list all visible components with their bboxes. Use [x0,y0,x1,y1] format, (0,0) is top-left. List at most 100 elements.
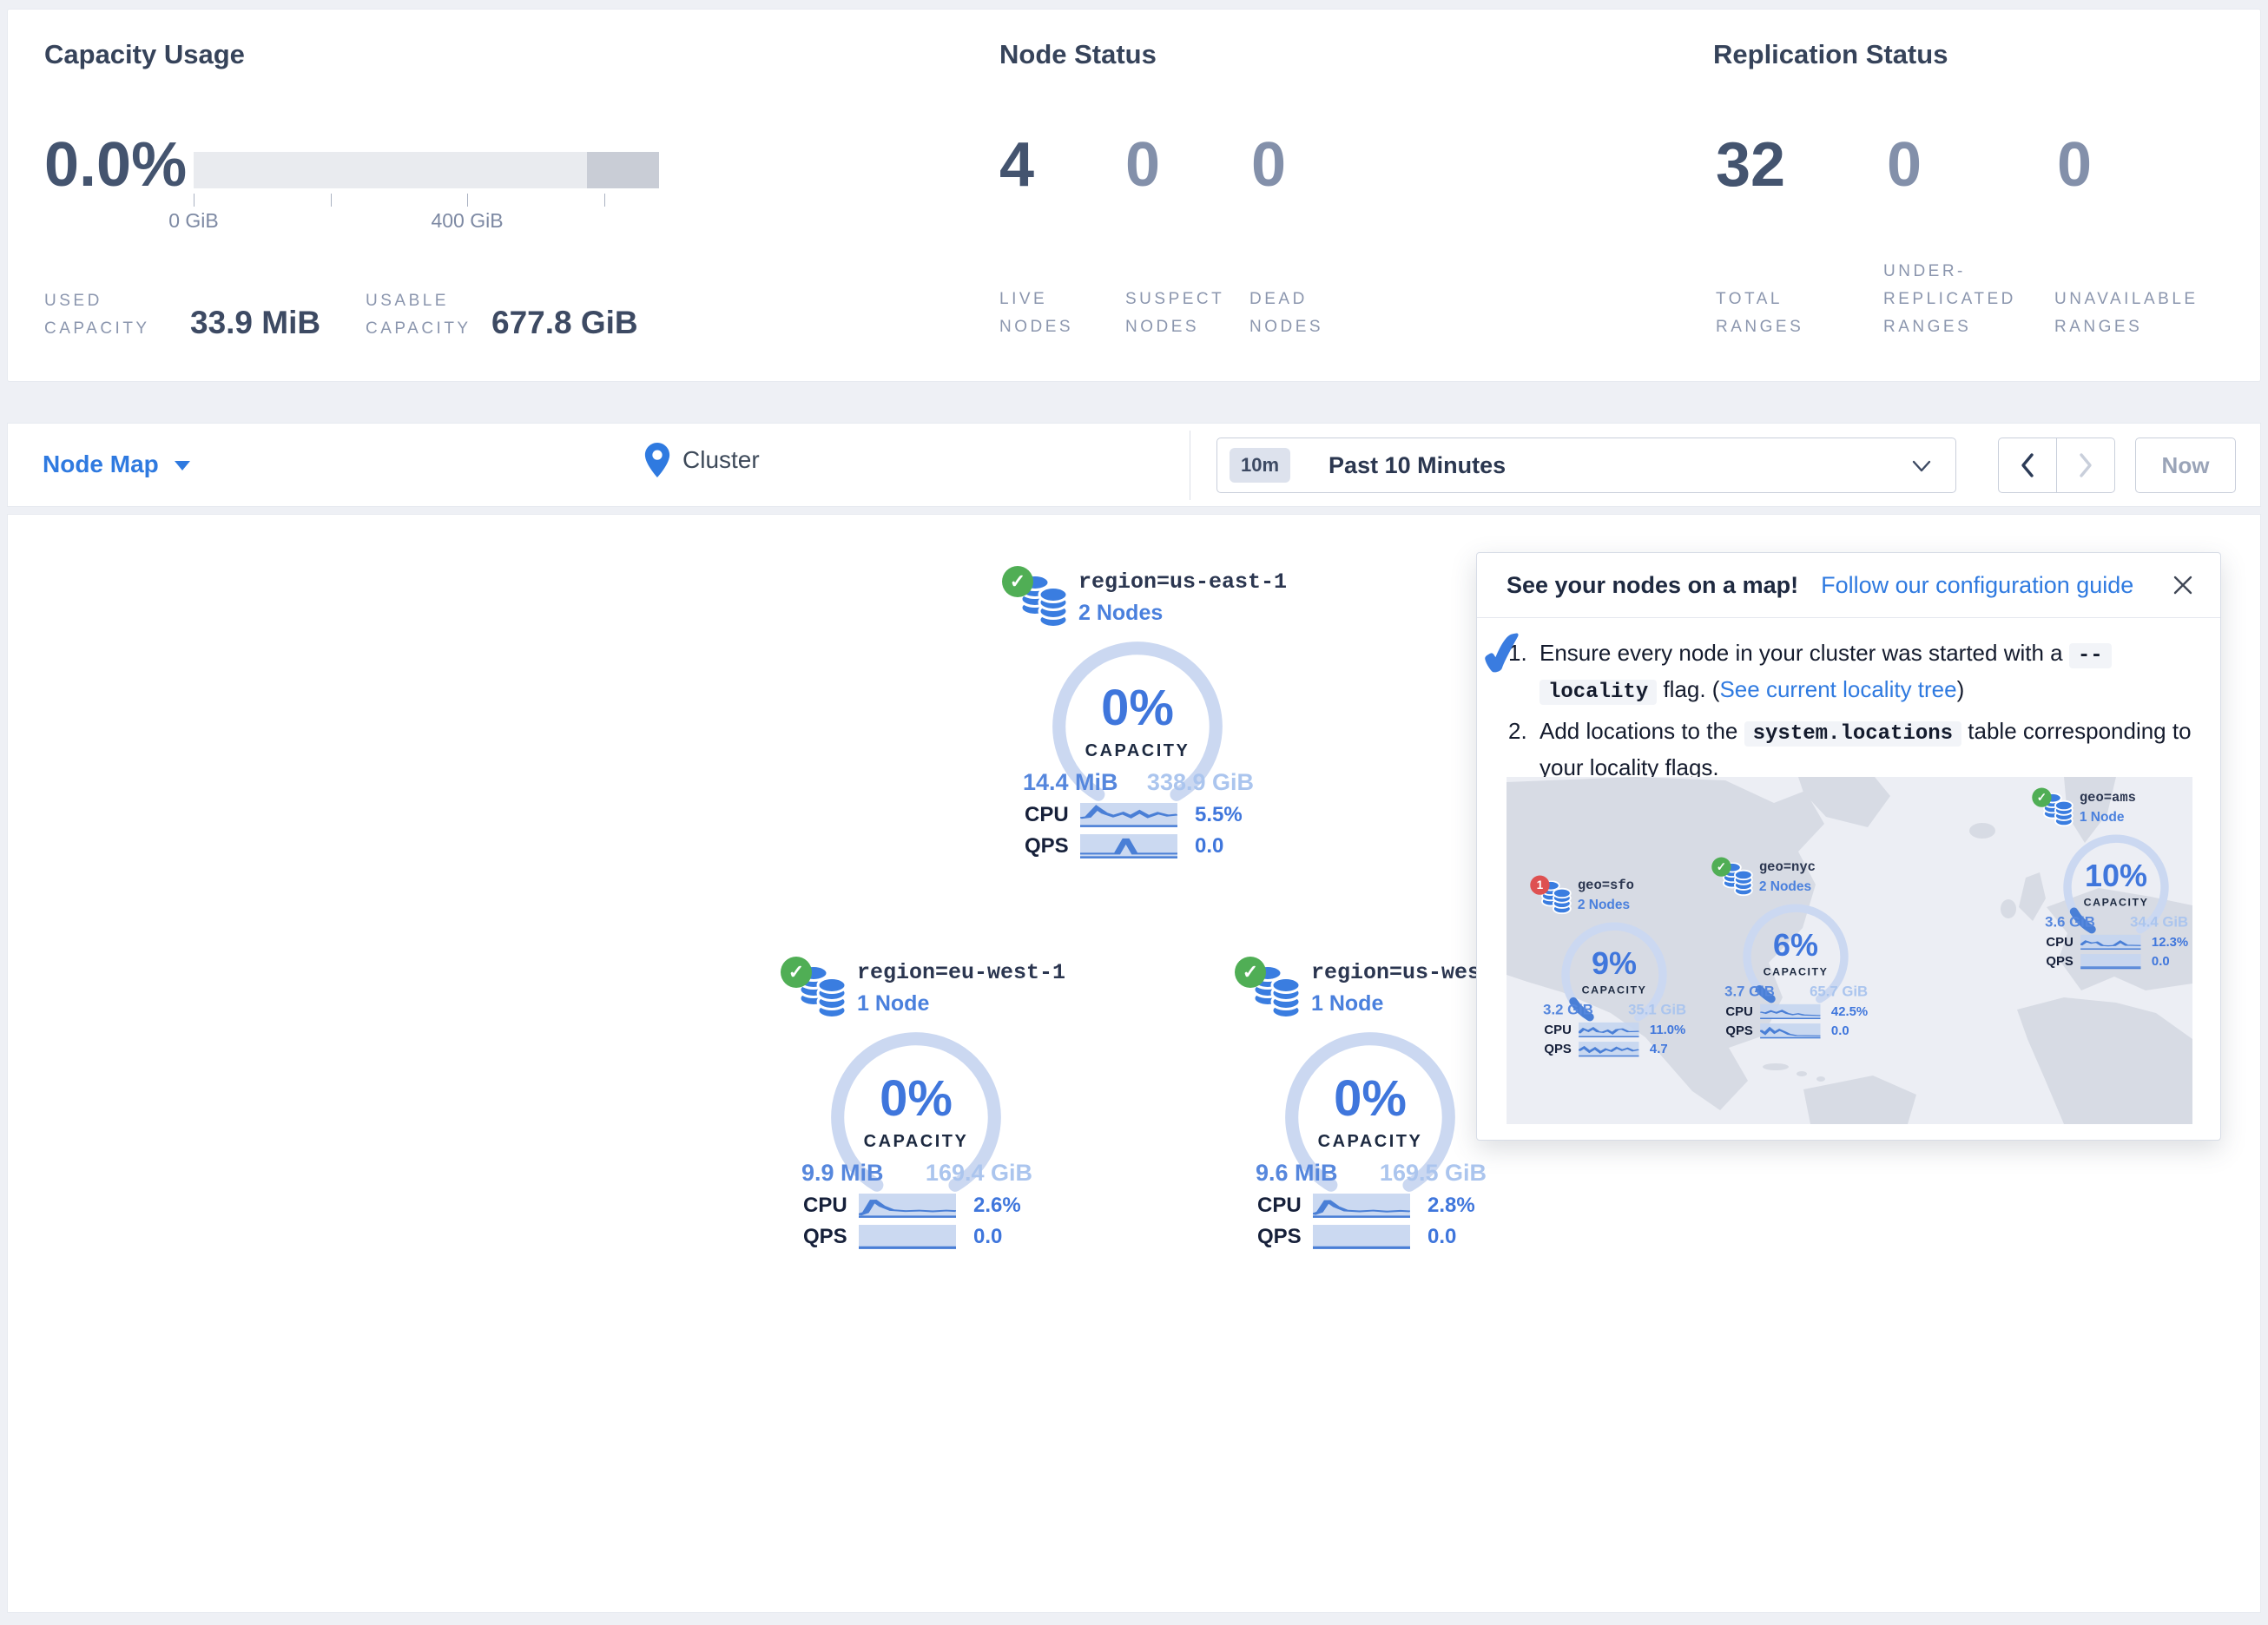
node-count: 2 Nodes [1578,897,1630,912]
node-region-card[interactable]: ✓ geo=nyc 2 Nodes 6% CAPACITY 3.7 GiB 65… [1715,855,1876,1040]
cpu-sparkline [1760,1004,1820,1019]
node-region-card[interactable]: ✓ region=us-west-1 1 Node 0% CAPACITY 9.… [1240,953,1500,1252]
axis-tick [331,194,332,207]
qps-label: QPS [1025,834,1080,859]
node-region-card[interactable]: ✓ region=us-east-1 2 Nodes 0% CAPACITY 1… [1007,562,1268,861]
qps-metric-row: QPS 0.0 [1025,833,1264,859]
region-label: geo=ams [2080,790,2136,806]
total-capacity: 338.9 GiB [1147,769,1254,796]
total-capacity: 35.1 GiB [1628,1002,1686,1018]
capacity-label: CAPACITY [1739,966,1852,978]
qps-sparkline [2080,954,2140,969]
cpu-metric-row: CPU 12.3% [2046,934,2194,951]
cpu-value: 42.5% [1831,1004,1868,1019]
popup-header: See your nodes on a map! Follow our conf… [1477,553,2220,618]
view-selector-label: Node Map [43,451,159,477]
chevron-down-icon [1910,457,1933,475]
total-ranges-count: 32 [1716,129,1785,201]
capacity-percent: 6% [1739,927,1852,964]
capacity-label: CAPACITY [1558,984,1671,997]
node-status-badge: ✓ [1711,857,1731,876]
step-text: Ensure every node in your cluster was st… [1539,640,2069,666]
total-capacity: 34.4 GiB [2130,914,2188,931]
badge-glyph: ✓ [1010,570,1025,593]
qps-metric-row: QPS 0.0 [1725,1023,1874,1039]
step-1: 1. Ensure every node in your cluster was… [1508,636,2198,709]
qps-metric-row: QPS 0.0 [2046,953,2194,970]
cpu-label: CPU [1025,803,1080,827]
node-count: 1 Node [2080,809,2125,825]
qps-label: QPS [1725,1023,1760,1038]
unavailable-count: 0 [2057,129,2092,201]
qps-value: 0.0 [1195,834,1223,859]
configuration-guide-link[interactable]: Follow our configuration guide [1821,572,2133,599]
node-region-card[interactable]: ✓ geo=ams 1 Node 10% CAPACITY 3.6 GiB 34… [2035,786,2197,970]
view-selector-dropdown[interactable]: Node Map [43,451,190,478]
breadcrumb[interactable]: Cluster [644,443,760,477]
qps-value: 0.0 [1831,1023,1849,1038]
popup-title: See your nodes on a map! [1507,572,1798,599]
used-capacity-label: USEDCAPACITY [44,287,150,343]
capacity-usage-percent: 0.0% [44,129,187,201]
node-status-title: Node Status [999,39,1157,70]
cpu-label: CPU [1725,1004,1760,1019]
cpu-sparkline [859,1194,956,1218]
cluster-summary-panel: Capacity Usage 0.0% 0 GiB 400 GiB USEDCA… [7,9,2261,382]
code-snippet: -- [2069,643,2112,668]
close-icon[interactable] [2170,572,2196,598]
used-capacity: 14.4 MiB [1023,769,1118,796]
capacity-percent: 0% [825,1069,1007,1128]
region-label: geo=sfo [1578,878,1634,893]
time-range-value: Past 10 Minutes [1328,452,1506,479]
cpu-value: 2.8% [1427,1194,1475,1218]
node-region-card[interactable]: ✓ region=eu-west-1 1 Node 0% CAPACITY 9.… [786,953,1046,1252]
live-nodes-label: LIVENODES [999,286,1073,341]
cpu-sparkline [1579,1023,1638,1037]
cpu-value: 2.6% [973,1194,1021,1218]
node-status-badge: ✓ [1235,957,1266,988]
capacity-label: CAPACITY [2060,897,2172,909]
time-step-buttons [1998,438,2115,493]
check-mark-icon: ✔ [1472,616,1534,694]
step-text: ) [1957,676,1965,702]
capacity-values: 3.6 GiB 34.4 GiB [2045,914,2188,931]
used-capacity: 3.6 GiB [2045,914,2095,931]
cpu-value: 12.3% [2152,935,2188,950]
now-button[interactable]: Now [2135,438,2236,493]
cpu-label: CPU [803,1194,859,1218]
cpu-value: 11.0% [1650,1023,1685,1037]
node-region-card[interactable]: 1 geo=sfo 2 Nodes 9% CAPACITY 3.2 GiB 35… [1533,873,1695,1058]
axis-tick-label: 400 GiB [406,209,528,233]
badge-glyph: 1 [1537,878,1544,892]
chevron-right-icon [2077,452,2094,478]
axis-tick [604,194,605,207]
under-replicated-count: 0 [1887,129,1922,201]
qps-metric-row: QPS 4.7 [1544,1041,1692,1057]
qps-value: 0.0 [1427,1225,1456,1249]
total-capacity: 65.7 GiB [1810,984,1868,1000]
used-capacity: 9.6 MiB [1256,1160,1338,1187]
capacity-label: CAPACITY [1046,741,1229,761]
cpu-sparkline [2080,935,2140,950]
time-range-dropdown[interactable]: 10m Past 10 Minutes [1216,438,1956,493]
cpu-metric-row: CPU 42.5% [1725,1003,1874,1020]
used-capacity-value: 33.9 MiB [190,305,320,341]
region-label: geo=nyc [1759,859,1816,875]
step-text: Add locations to the [1539,718,1744,744]
chevron-left-icon [2019,452,2036,478]
cpu-sparkline [1313,1194,1410,1218]
total-capacity: 169.4 GiB [926,1160,1032,1187]
capacity-usage-title: Capacity Usage [44,39,245,70]
locality-tree-link[interactable]: See current locality tree [1719,676,1956,702]
time-step-back-button[interactable] [1998,438,2057,493]
time-step-forward-button[interactable] [2056,438,2115,493]
capacity-percent: 0% [1046,679,1229,737]
step-number: 2. [1508,714,1539,785]
capacity-usage-bar [194,152,659,188]
qps-label: QPS [2046,954,2080,969]
cpu-metric-row: CPU 2.6% [803,1193,1043,1219]
node-status-badge: ✓ [2032,787,2051,806]
qps-sparkline [1080,834,1177,859]
axis-tick-label: 0 GiB [133,209,254,233]
capacity-values: 3.2 GiB 35.1 GiB [1543,1002,1686,1018]
